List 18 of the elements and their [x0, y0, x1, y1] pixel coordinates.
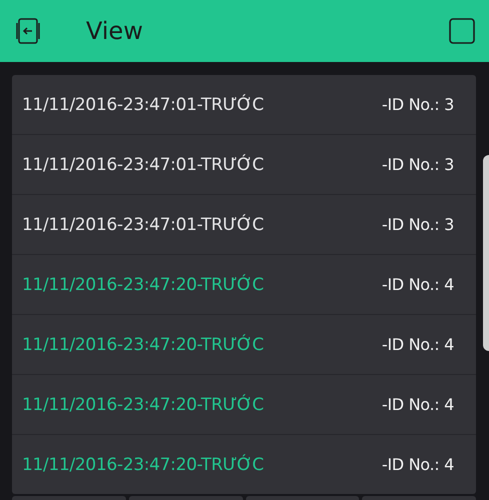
page-title: View — [86, 17, 144, 45]
id-text: -ID No.: 4 — [382, 455, 454, 474]
id-text: -ID No.: 4 — [382, 335, 454, 354]
exit-icon[interactable] — [14, 17, 42, 45]
timestamp-text: 11/11/2016-23:47:20-TRƯỚC — [22, 454, 264, 474]
id-text: -ID No.: 3 — [382, 215, 454, 234]
timestamp-text: 11/11/2016-23:47:01-TRƯỚC — [22, 214, 264, 234]
id-text: -ID No.: 4 — [382, 275, 454, 294]
side-handle[interactable] — [483, 155, 489, 351]
timestamp-text: 11/11/2016-23:47:20-TRƯỚC — [22, 394, 264, 414]
timestamp-text: 11/11/2016-23:47:20-TRƯỚC — [22, 334, 264, 354]
id-text: -ID No.: 4 — [382, 395, 454, 414]
timestamp-text: 11/11/2016-23:47:20-TRƯỚC — [22, 274, 264, 294]
id-text: -ID No.: 3 — [382, 155, 454, 174]
timestamp-text: 11/11/2016-23:47:01-TRƯỚC — [22, 94, 264, 114]
square-icon[interactable] — [449, 18, 475, 44]
id-text: -ID No.: 3 — [382, 95, 454, 114]
timestamp-text: 11/11/2016-23:47:01-TRƯỚC — [22, 154, 264, 174]
